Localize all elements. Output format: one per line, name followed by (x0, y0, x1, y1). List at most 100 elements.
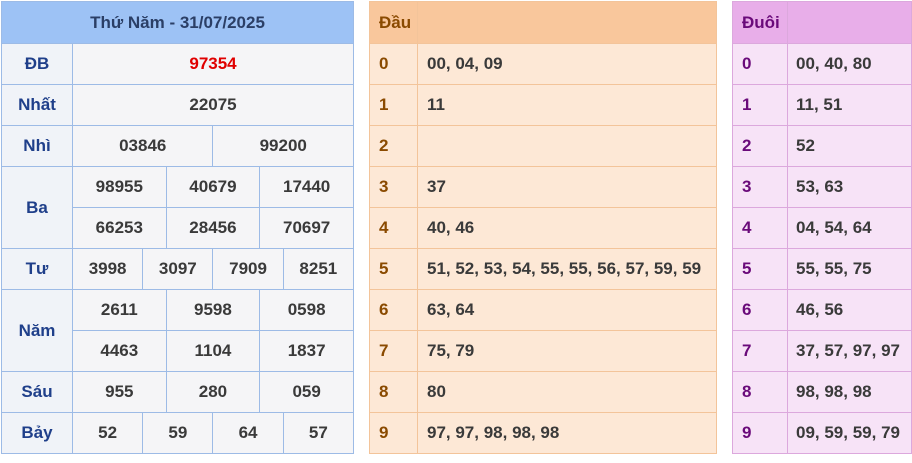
prize-number: 0598 (259, 289, 354, 331)
head-row: 0 00, 04, 09 (369, 43, 717, 85)
prize-label: Nhì (1, 125, 73, 167)
head-values: 97, 97, 98, 98, 98 (417, 412, 717, 454)
tail-row: 8 98, 98, 98 (732, 371, 912, 413)
prize-number: 3097 (142, 248, 214, 290)
prize-number: 1104 (165, 330, 261, 372)
head-values: 63, 64 (417, 289, 717, 331)
prize-number: 22075 (72, 84, 354, 126)
tail-row: 4 04, 54, 64 (732, 207, 912, 249)
head-values: 00, 04, 09 (417, 43, 717, 85)
prize-row-ba: Ba 98955 40679 17440 (1, 166, 354, 249)
prize-number: 8251 (282, 248, 355, 290)
prize-number: 4463 (72, 330, 167, 372)
prize-number: 7909 (212, 248, 284, 290)
tail-values: 55, 55, 75 (787, 248, 912, 290)
tail-digit: 0 (732, 43, 788, 85)
tail-digit: 2 (732, 125, 788, 167)
head-digit: 6 (369, 289, 418, 331)
head-values: 51, 52, 53, 54, 55, 55, 56, 57, 59, 59 (417, 248, 717, 290)
tail-digit: 5 (732, 248, 788, 290)
tail-row: 5 55, 55, 75 (732, 248, 912, 290)
prize-row-nhat: Nhất 22075 (1, 84, 354, 126)
prize-row-tu: Tư 3998 3097 7909 8251 (1, 248, 355, 290)
tail-values: 37, 57, 97, 97 (787, 330, 912, 372)
head-row: 4 40, 46 (369, 207, 717, 249)
prize-number: 64 (212, 412, 284, 454)
prize-number: 70697 (259, 207, 354, 249)
prize-number: 28456 (165, 207, 261, 249)
head-row: 6 63, 64 (369, 289, 717, 331)
head-row: 7 75, 79 (369, 330, 717, 372)
head-digit: 3 (369, 166, 418, 208)
head-digit: 2 (369, 125, 418, 167)
tail-values: 11, 51 (787, 84, 912, 126)
prize-number: 57 (282, 412, 355, 454)
tail-values: 52 (787, 125, 912, 167)
head-row: 2 (369, 125, 717, 167)
tail-digit: 8 (732, 371, 788, 413)
prize-number: 59 (142, 412, 214, 454)
tail-values: 53, 63 (787, 166, 912, 208)
prize-row-sau: Sáu 955 280 059 (1, 371, 354, 413)
prize-label: Sáu (1, 371, 73, 413)
prize-table: Thứ Năm - 31/07/2025 ĐB 97354 Nhất 22075… (1, 1, 355, 454)
tail-values: 00, 40, 80 (787, 43, 912, 85)
prize-row-bay: Bảy 52 59 64 57 (1, 412, 355, 454)
prize-number: 40679 (165, 166, 261, 208)
tail-digit: 6 (732, 289, 788, 331)
tail-row: 1 11, 51 (732, 84, 912, 126)
head-digit: 9 (369, 412, 418, 454)
tail-row: 6 46, 56 (732, 289, 912, 331)
prize-number: 2611 (72, 289, 167, 331)
head-digits-table: Đầu 0 00, 04, 09 1 11 2 3 37 4 40, 46 5 51, 5… (369, 1, 717, 454)
tail-digit: 9 (732, 412, 788, 454)
tail-values: 09, 59, 59, 79 (787, 412, 912, 454)
draw-date-title: Thứ Năm - 31/07/2025 (1, 1, 354, 44)
prize-number: 9598 (165, 289, 261, 331)
head-digit: 5 (369, 248, 418, 290)
prize-row-nam: Năm 2611 9598 0598 (1, 289, 354, 372)
prize-number: 059 (259, 371, 354, 413)
head-values: 40, 46 (417, 207, 717, 249)
head-values: 37 (417, 166, 717, 208)
tail-digit: 1 (732, 84, 788, 126)
tail-row: 9 09, 59, 59, 79 (732, 412, 912, 454)
prize-label: Ba (1, 166, 73, 249)
head-row: 8 80 (369, 371, 717, 413)
prize-number: 955 (72, 371, 167, 413)
head-values: 75, 79 (417, 330, 717, 372)
head-digit: 4 (369, 207, 418, 249)
tail-values: 04, 54, 64 (787, 207, 912, 249)
prize-number: 1837 (259, 330, 354, 372)
tail-row: 3 53, 63 (732, 166, 912, 208)
head-digit: 8 (369, 371, 418, 413)
prize-number: 52 (71, 412, 144, 454)
prize-label: Bảy (1, 412, 73, 454)
head-digit: 0 (369, 43, 418, 85)
tail-row: 0 00, 40, 80 (732, 43, 912, 85)
prize-number: 98955 (72, 166, 167, 208)
tail-digit: 4 (732, 207, 788, 249)
prize-number: 3998 (71, 248, 144, 290)
head-values: 11 (417, 84, 717, 126)
prize-row-db: ĐB 97354 (1, 43, 354, 85)
tail-column-blank (787, 1, 912, 44)
prize-number: 97354 (72, 43, 354, 85)
head-row: 9 97, 97, 98, 98, 98 (369, 412, 717, 454)
head-values (417, 125, 717, 167)
prize-number: 66253 (72, 207, 167, 249)
tail-digits-table: Đuôi 0 00, 40, 80 1 11, 51 2 52 3 53, 63 4 04… (732, 1, 912, 454)
prize-number: 17440 (259, 166, 354, 208)
prize-label: Tư (1, 248, 73, 290)
head-values: 80 (417, 371, 717, 413)
prize-number: 03846 (71, 125, 214, 167)
head-column-blank (417, 1, 717, 44)
head-row: 3 37 (369, 166, 717, 208)
prize-row-nhi: Nhì 03846 99200 (1, 125, 354, 167)
tail-digit: 7 (732, 330, 788, 372)
tail-digit: 3 (732, 166, 788, 208)
head-column-header: Đầu (369, 1, 418, 44)
prize-label: ĐB (1, 43, 73, 85)
head-digit: 7 (369, 330, 418, 372)
tail-row: 7 37, 57, 97, 97 (732, 330, 912, 372)
